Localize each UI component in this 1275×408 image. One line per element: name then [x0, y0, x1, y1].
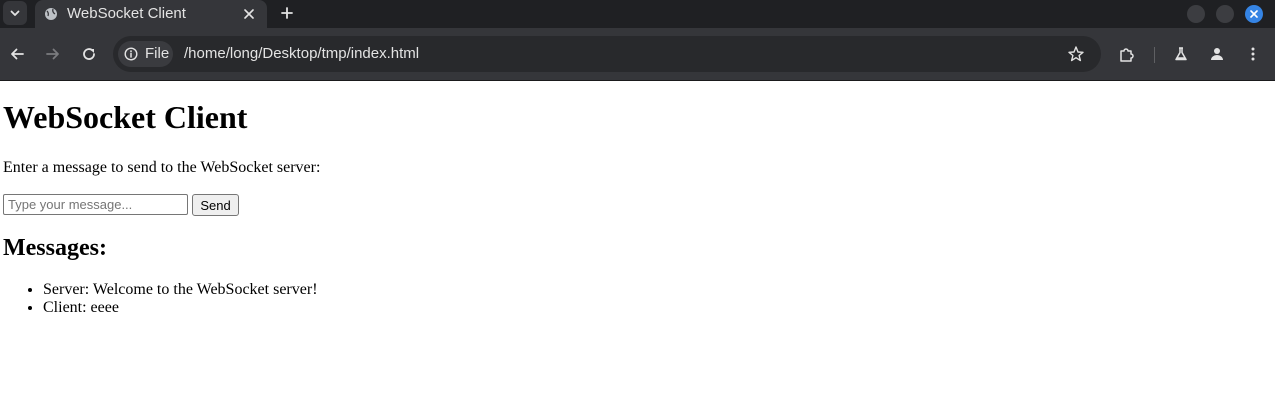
list-item: Server: Welcome to the WebSocket server!: [43, 281, 643, 299]
forward-icon: [46, 48, 59, 60]
message-input[interactable]: [3, 194, 188, 215]
reload-icon: [83, 48, 95, 60]
tab-close-button[interactable]: [241, 6, 257, 22]
plus-icon: [281, 7, 293, 19]
url-text[interactable]: /home/long/Desktop/tmp/index.html: [184, 45, 419, 62]
labs-icon: [1175, 47, 1187, 61]
close-icon: [1250, 10, 1258, 18]
browser-toolbar: File /home/long/Desktop/tmp/index.html: [0, 28, 1275, 81]
forward-button[interactable]: [43, 44, 63, 64]
extensions-button[interactable]: [1117, 44, 1137, 64]
menu-button[interactable]: [1243, 44, 1263, 64]
page-title: WebSocket Client: [3, 99, 248, 135]
globe-icon: [45, 8, 57, 20]
site-chip-label: File: [145, 45, 170, 62]
profile-icon: [1211, 48, 1223, 60]
back-icon: [11, 48, 24, 60]
send-button[interactable]: Send: [192, 194, 239, 216]
menu-icon: [1251, 47, 1255, 61]
star-icon[interactable]: [1067, 45, 1085, 63]
list-item: Client: eeee: [43, 299, 643, 317]
extensions-icon: [1120, 48, 1134, 62]
messages-heading: Messages:: [3, 235, 107, 261]
window-close-button[interactable]: [1245, 5, 1263, 23]
site-info-chip[interactable]: File: [118, 41, 173, 67]
address-bar[interactable]: File /home/long/Desktop/tmp/index.html: [113, 36, 1101, 72]
tab-active[interactable]: WebSocket Client: [35, 0, 267, 28]
reload-button[interactable]: [79, 44, 99, 64]
tab-title: WebSocket Client: [67, 5, 186, 22]
tab-strip: WebSocket Client: [0, 0, 1275, 28]
minimize-button[interactable]: [1187, 5, 1205, 23]
labs-button[interactable]: [1171, 44, 1191, 64]
instruction-text: Enter a message to send to the WebSocket…: [3, 159, 321, 176]
back-button[interactable]: [7, 44, 27, 64]
toolbar-divider: [1154, 47, 1155, 63]
chevron-down-icon: [10, 10, 20, 16]
messages-list: Server: Welcome to the WebSocket server!…: [3, 281, 643, 317]
profile-button[interactable]: [1207, 44, 1227, 64]
maximize-button[interactable]: [1216, 5, 1234, 23]
tab-search-button[interactable]: [3, 1, 27, 25]
info-icon: [124, 47, 138, 61]
close-icon: [244, 9, 254, 19]
new-tab-button[interactable]: [278, 4, 296, 22]
page-content: WebSocket Client Enter a message to send…: [0, 81, 1275, 408]
